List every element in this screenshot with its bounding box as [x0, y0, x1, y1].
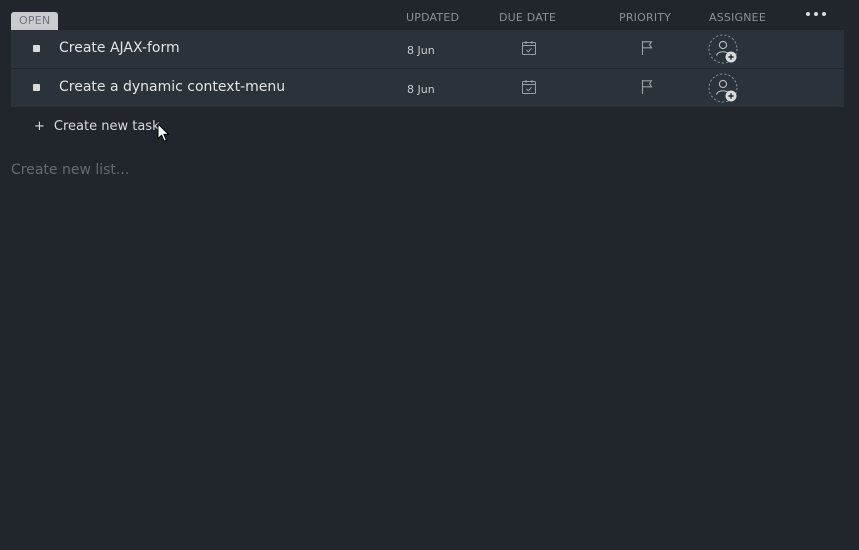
task-row[interactable]: Create AJAX-form 8 Jun: [11, 30, 844, 68]
create-new-task-button[interactable]: + Create new task: [34, 119, 160, 134]
create-new-list-input[interactable]: Create new list...: [11, 162, 129, 178]
task-updated-date: 8 Jun: [407, 83, 435, 96]
calendar-icon[interactable]: [521, 79, 537, 95]
task-row[interactable]: Create a dynamic context-menu 8 Jun: [11, 69, 844, 107]
calendar-icon[interactable]: [521, 40, 537, 56]
column-header-priority[interactable]: PRIORITY: [619, 11, 671, 24]
add-assignee-icon[interactable]: [708, 73, 740, 105]
task-title[interactable]: Create AJAX-form: [59, 40, 180, 56]
task-list: Create AJAX-form 8 Jun Create a dynamic …: [11, 30, 844, 108]
column-header-due-date[interactable]: DUE DATE: [499, 11, 556, 24]
column-header-assignee[interactable]: ASSIGNEE: [709, 11, 766, 24]
add-assignee-icon[interactable]: [708, 34, 740, 66]
plus-icon: +: [34, 119, 45, 134]
column-header-updated[interactable]: UPDATED: [406, 11, 459, 24]
task-status-checkbox[interactable]: [33, 45, 40, 52]
more-options-button[interactable]: [806, 7, 826, 21]
status-badge[interactable]: OPEN: [11, 12, 59, 30]
flag-icon[interactable]: [640, 79, 654, 95]
list-header: OPEN UPDATED DUE DATE PRIORITY ASSIGNEE: [0, 0, 859, 30]
more-horizontal-icon: [806, 12, 810, 16]
flag-icon[interactable]: [640, 40, 654, 56]
task-updated-date: 8 Jun: [407, 44, 435, 57]
create-new-task-label: Create new task: [53, 119, 160, 134]
task-title[interactable]: Create a dynamic context-menu: [59, 79, 285, 95]
task-status-checkbox[interactable]: [33, 84, 40, 91]
